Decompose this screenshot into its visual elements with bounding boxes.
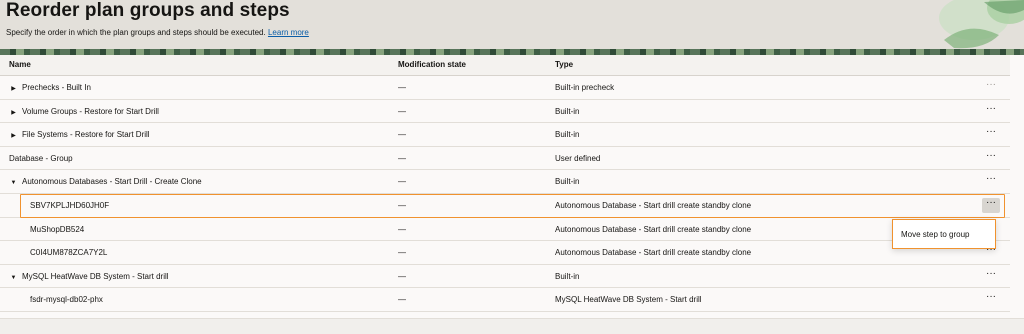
ellipsis-icon[interactable]: ···	[982, 292, 1000, 307]
row-type: Built-in	[555, 106, 580, 116]
row-modification-state: —	[398, 130, 406, 140]
row-modification-state: —	[398, 106, 406, 116]
row-name-text: Autonomous Databases - Start Drill - Cre…	[22, 177, 202, 187]
ellipsis-icon[interactable]: ···	[982, 103, 1000, 119]
caret-right-icon[interactable]: ▶	[9, 132, 18, 139]
table-header: Name Modification state Type	[0, 55, 1010, 76]
row-actions-menu: Move step to group	[892, 219, 996, 249]
row-name-text: fsdr-mysql-db02-phx	[30, 295, 103, 305]
row-type: Autonomous Database - Start drill create…	[555, 224, 752, 234]
page-footer	[0, 318, 1024, 334]
row-name-text: Prechecks - Built In	[22, 83, 91, 92]
row-modification-state: —	[398, 83, 406, 92]
row-name-cell: ▼ Autonomous Databases - Start Drill - Cr…	[11, 177, 202, 187]
row-modification-state: —	[398, 200, 406, 210]
row-type: Built-in precheck	[555, 83, 615, 92]
row-name-text: Volume Groups - Restore for Start Drill	[22, 106, 159, 116]
ellipsis-icon[interactable]: ···	[982, 268, 1000, 284]
row-name-cell: ▶ Volume Groups - Restore for Start Drill	[11, 106, 159, 116]
row-name-cell: ▶ Prechecks - Built In	[11, 83, 91, 92]
column-header-modification-state: Modification state	[398, 60, 467, 69]
caret-right-icon[interactable]: ▶	[9, 85, 18, 92]
caret-down-icon[interactable]: ▼	[9, 275, 18, 281]
table-row[interactable]: ▶ Volume Groups - Restore for Start Drill…	[0, 100, 1010, 124]
table-row[interactable]: SBV7KPLJHD60JH0F — Autonomous Database - S…	[0, 194, 1010, 218]
row-name-cell: ▶ File Systems - Restore for Start Drill	[11, 130, 150, 140]
plan-steps-table: Name Modification state Type ▶ Prechecks …	[0, 55, 1010, 312]
ellipsis-icon[interactable]: ···	[982, 80, 1000, 95]
ellipsis-icon[interactable]: ···	[982, 197, 1000, 213]
row-name-text: SBV7KPLJHD60JH0F	[30, 200, 110, 210]
caret-down-icon[interactable]: ▼	[9, 180, 18, 186]
table-row[interactable]: ▼ Autonomous Databases - Start Drill - Cr…	[0, 170, 1010, 194]
move-step-to-group-menu-item[interactable]: Move step to group	[901, 230, 969, 239]
page-header: Reorder plan groups and steps Specify th…	[0, 0, 1024, 52]
row-name-cell: MuShopDB524	[30, 225, 84, 234]
row-modification-state: —	[398, 295, 406, 305]
ellipsis-icon[interactable]: ···	[982, 174, 1000, 189]
column-header-name: Name	[9, 60, 31, 69]
row-name-text: C0I4UM878ZCA7Y2L	[30, 248, 108, 258]
row-name-cell: C0I4UM878ZCA7Y2L	[30, 248, 107, 257]
table-body: ▶ Prechecks - Built In — Built-in precheck ·…	[0, 76, 1010, 312]
row-modification-state: —	[398, 271, 406, 281]
caret-right-icon[interactable]: ▶	[9, 109, 18, 116]
table-row[interactable]: Database - Group — User defined ···	[0, 147, 1010, 171]
column-header-type: Type	[555, 60, 574, 69]
row-type: Autonomous Database - Start drill create…	[555, 248, 752, 258]
description-text: Specify the order in which the plan grou…	[6, 28, 266, 37]
learn-more-link[interactable]: Learn more	[268, 28, 309, 37]
table-row[interactable]: C0I4UM878ZCA7Y2L — Autonomous Database - S…	[0, 241, 1010, 265]
row-type: Autonomous Database - Start drill create…	[555, 200, 752, 210]
row-type: User defined	[555, 153, 601, 163]
row-modification-state: —	[398, 153, 406, 163]
row-name-text: File Systems - Restore for Start Drill	[22, 130, 150, 140]
row-name-cell: Database - Group	[9, 154, 73, 163]
row-modification-state: —	[398, 224, 406, 234]
row-modification-state: —	[398, 248, 406, 258]
row-name-text: MySQL HeatWave DB System - Start drill	[22, 271, 169, 281]
table-row[interactable]: ▼ MySQL HeatWave DB System - Start drill —…	[0, 265, 1010, 289]
row-name-cell: ▼ MySQL HeatWave DB System - Start drill	[11, 271, 169, 281]
row-type: Built-in	[555, 271, 580, 281]
scroll-edge	[1010, 55, 1024, 318]
page-description: Specify the order in which the plan grou…	[6, 28, 309, 37]
row-type: MySQL HeatWave DB System - Start drill	[555, 295, 702, 305]
ellipsis-icon[interactable]: ···	[982, 127, 1000, 142]
row-name-cell: SBV7KPLJHD60JH0F	[30, 201, 109, 210]
row-name-cell: fsdr-mysql-db02-phx	[30, 295, 103, 304]
row-name-text: MuShopDB524	[30, 224, 85, 234]
table-row[interactable]: MuShopDB524 — Autonomous Database - Start …	[0, 218, 1010, 242]
row-name-text: Database - Group	[9, 153, 73, 163]
ellipsis-icon[interactable]: ···	[982, 150, 1000, 166]
decorative-leaf-pattern	[939, 0, 1024, 49]
table-row[interactable]: ▶ Prechecks - Built In — Built-in precheck ·…	[0, 76, 1010, 100]
row-modification-state: —	[398, 177, 406, 187]
table-row[interactable]: ▶ File Systems - Restore for Start Drill —…	[0, 123, 1010, 147]
row-type: Built-in	[555, 177, 580, 187]
row-type: Built-in	[555, 130, 580, 140]
page-title: Reorder plan groups and steps	[6, 0, 290, 21]
table-row[interactable]: fsdr-mysql-db02-phx — MySQL HeatWave DB Sy…	[0, 288, 1010, 312]
